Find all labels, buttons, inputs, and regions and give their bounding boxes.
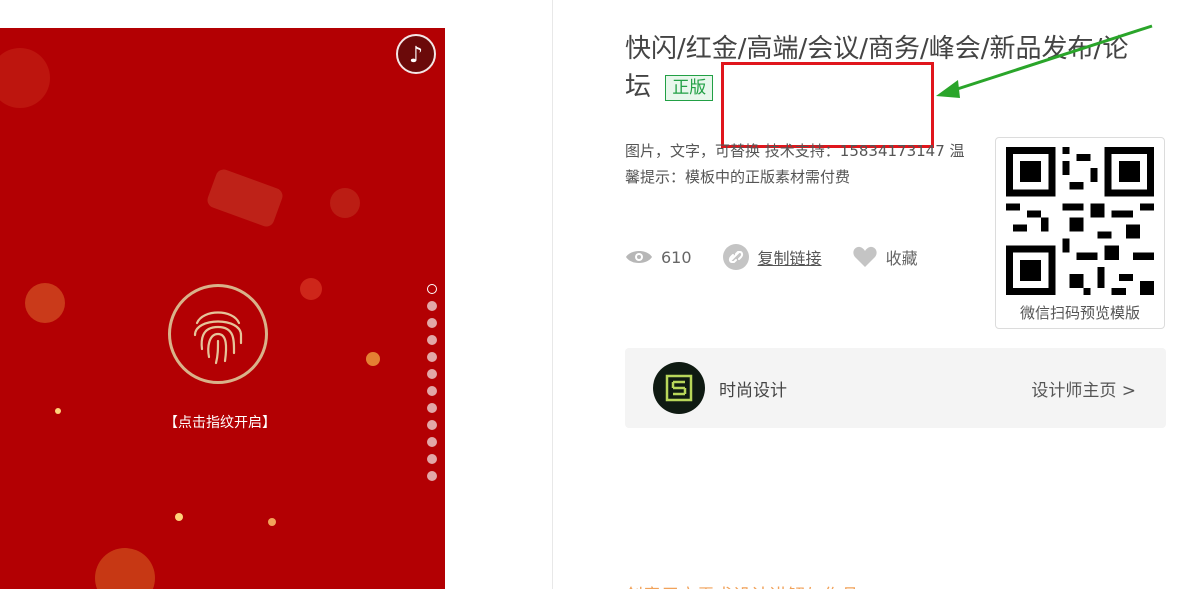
fingerprint-icon [193,311,243,365]
page-dot[interactable] [427,318,437,328]
page-dot[interactable] [427,437,437,447]
stats-bar: 610 复制链接 收藏 [625,242,948,272]
heart-icon [852,246,877,267]
copy-link-label[interactable]: 复制链接 [758,245,822,269]
open-hint-text: 【点击指纹开启】 [164,415,276,431]
fingerprint-button[interactable] [168,284,268,384]
qr-code-icon [1006,147,1154,295]
favorite-label[interactable]: 收藏 [886,245,918,269]
page-dot[interactable] [427,352,437,362]
template-preview[interactable]: ♪ 【点击指纹开启】 [0,28,445,589]
music-note-icon[interactable]: ♪ [396,34,436,74]
page-dots[interactable] [425,284,439,488]
designer-homepage-link[interactable]: 设计师主页 > [1031,376,1136,401]
designer-name[interactable]: 时尚设计 [719,376,787,401]
page-dot[interactable] [427,403,437,413]
page-dot[interactable] [427,454,437,464]
avatar[interactable] [653,362,705,414]
link-icon [722,244,749,270]
page-dot[interactable] [427,301,437,311]
annotation-arrow-icon [936,24,1153,98]
page-dot[interactable] [427,420,437,430]
template-description: 图片，文字，可替换 技术支持：15834173147 温馨提示：模板中的正版素材… [625,142,965,186]
qr-caption: 微信扫码预览模版 [1019,304,1140,322]
page-dot[interactable] [427,369,437,379]
page-dot[interactable] [427,284,437,294]
designer-logo-icon [665,374,693,402]
section-heading-partial: 创意用户需求设计讲解与作品 [625,582,859,589]
page-dot[interactable] [427,386,437,396]
licensed-badge: 正版 [665,74,714,101]
designer-card[interactable]: 时尚设计 设计师主页 > [625,348,1166,428]
qr-code-panel: 微信扫码预览模版 [995,137,1165,329]
copy-link-button[interactable]: 复制链接 [722,243,822,271]
divider [552,0,553,589]
views-count: 610 [661,247,692,267]
eye-icon [626,251,652,263]
page-dot[interactable] [427,335,437,345]
views-stat: 610 [625,248,692,267]
favorite-button[interactable]: 收藏 [852,245,918,269]
page-dot[interactable] [427,471,437,481]
